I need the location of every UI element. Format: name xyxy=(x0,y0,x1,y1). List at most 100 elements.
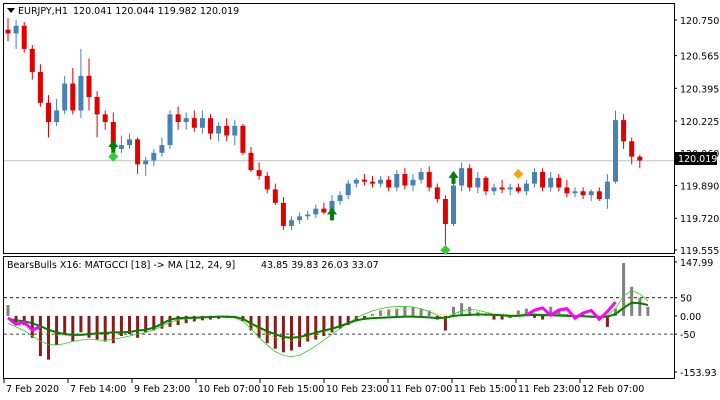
candle-body xyxy=(515,187,521,192)
time-tick-label: 10 Feb 15:00 xyxy=(262,384,324,395)
candle-body xyxy=(451,185,456,225)
histogram-bar xyxy=(460,303,464,316)
candle-body xyxy=(353,179,359,184)
candle-body xyxy=(540,172,546,188)
candle-body xyxy=(264,175,270,190)
chart-window[interactable]: 120.750120.565120.395120.225120.060119.8… xyxy=(0,0,720,400)
indicator-tick-label: -50 xyxy=(680,330,696,341)
indicator-values: 43.85 39.83 26.03 33.07 xyxy=(261,260,379,271)
histogram-bar xyxy=(168,315,172,327)
histogram-bar xyxy=(387,309,391,316)
candle-body xyxy=(13,25,19,34)
candle-body xyxy=(337,195,343,201)
candle-body xyxy=(159,145,165,153)
indicator-tick-label: 50 xyxy=(680,294,692,305)
candle-body xyxy=(361,179,367,182)
candle-body xyxy=(532,172,537,184)
price-tick-label: 120.565 xyxy=(680,52,719,63)
candle-body xyxy=(604,181,610,199)
histogram-bar xyxy=(500,315,504,320)
time-tick-label: 11 Feb 23:00 xyxy=(518,384,580,395)
histogram-bar xyxy=(95,315,99,340)
candle-body xyxy=(191,118,197,128)
candle-body xyxy=(410,179,416,186)
candle-body xyxy=(102,114,108,123)
candle-body xyxy=(94,96,100,115)
candle-body xyxy=(588,191,594,196)
time-tick-label: 7 Feb 14:00 xyxy=(70,384,126,395)
candle-body xyxy=(572,191,578,194)
candle-body xyxy=(248,152,254,171)
candle-body xyxy=(240,125,246,153)
histogram-bar xyxy=(63,315,67,335)
histogram-bar xyxy=(403,306,407,316)
candle-body xyxy=(467,168,473,188)
candle-body xyxy=(402,173,408,186)
candle-body xyxy=(548,177,554,188)
histogram-bar xyxy=(71,315,75,342)
price-tick-label: 119.555 xyxy=(680,246,719,257)
candle-body xyxy=(370,181,375,184)
indicator-title: BearsBulls X16: MATGCCI [18] -> MA [12, … xyxy=(7,260,235,271)
candle-body xyxy=(386,179,392,188)
candle-body xyxy=(62,83,68,111)
candle-body xyxy=(394,173,400,188)
candle-body xyxy=(459,168,465,186)
histogram-bar xyxy=(314,315,318,340)
indicator-tick-label: -153.93 xyxy=(680,368,717,379)
candle-body xyxy=(378,179,384,184)
histogram-bar xyxy=(47,315,50,360)
candle-body xyxy=(426,172,432,188)
candle-body xyxy=(629,141,635,157)
candle-body xyxy=(232,125,238,136)
price-tick-label: 119.720 xyxy=(680,214,719,225)
candle-body xyxy=(143,160,149,165)
histogram-bar xyxy=(30,315,34,338)
time-tick-label: 11 Feb 07:00 xyxy=(390,384,452,395)
candle-body xyxy=(305,214,311,217)
candle-body xyxy=(5,29,11,34)
histogram-bar xyxy=(79,315,83,333)
histogram-bar xyxy=(492,315,496,320)
price-tick-label: 120.225 xyxy=(680,117,719,128)
candle-body xyxy=(151,152,157,161)
time-tick-label: 10 Feb 07:00 xyxy=(198,384,260,395)
candle-body xyxy=(556,177,562,188)
ohlc-values: 120.041 120.044 119.982 120.019 xyxy=(73,6,239,17)
histogram-bar xyxy=(273,315,277,349)
time-tick-label: 10 Feb 23:00 xyxy=(326,384,388,395)
candle-body xyxy=(29,48,35,72)
histogram-bar xyxy=(298,315,302,347)
candle-body xyxy=(313,208,319,215)
candle-body xyxy=(523,183,529,192)
histogram-bar xyxy=(103,315,107,342)
indicator-tick-label: 147.99 xyxy=(680,258,713,269)
price-tick-label: 120.750 xyxy=(680,16,719,27)
candle-body xyxy=(297,216,303,221)
candle-body xyxy=(621,120,627,142)
candle-body xyxy=(280,202,286,226)
candle-body xyxy=(491,187,497,192)
candle-body xyxy=(78,75,84,111)
candle-body xyxy=(418,172,424,180)
candle-body xyxy=(54,110,60,123)
price-tick-label: 120.395 xyxy=(680,84,719,95)
candle-body xyxy=(507,187,513,190)
indicator-tick-label: 0.00 xyxy=(680,312,701,323)
candle-body xyxy=(183,118,189,123)
candle-body xyxy=(434,187,440,199)
histogram-bar xyxy=(411,306,415,316)
main-pane[interactable] xyxy=(3,3,675,254)
candle-body xyxy=(475,177,481,188)
candle-body xyxy=(483,177,489,192)
histogram-bar xyxy=(541,315,545,320)
candle-body xyxy=(596,191,602,199)
candle-body xyxy=(167,114,173,146)
price-tick-label: 119.890 xyxy=(680,182,719,193)
histogram-bar xyxy=(533,315,536,318)
histogram-bar xyxy=(265,315,269,344)
candle-body xyxy=(46,102,51,123)
candle-body xyxy=(135,139,141,165)
candle-body xyxy=(321,208,327,213)
histogram-bar xyxy=(646,306,650,316)
